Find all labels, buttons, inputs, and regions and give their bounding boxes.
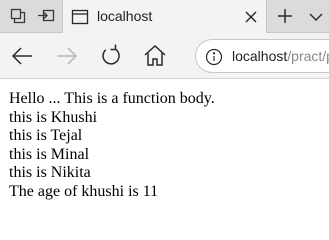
- refresh-icon: [102, 44, 120, 65]
- forward-button[interactable]: [52, 41, 82, 71]
- chevron-down-icon[interactable]: [306, 4, 326, 28]
- home-icon: [144, 44, 166, 66]
- plus-icon: [278, 9, 292, 23]
- tab-strip: localhost: [0, 0, 329, 33]
- tab-localhost[interactable]: localhost: [62, 0, 267, 33]
- new-tab-button[interactable]: [273, 4, 297, 28]
- navigation-toolbar: localhost/pract/p: [0, 33, 329, 79]
- tab-actions-icon[interactable]: [6, 4, 30, 28]
- close-icon[interactable]: [241, 7, 261, 27]
- page-icon: [71, 8, 89, 26]
- output-line: this is Khushi: [9, 108, 98, 126]
- info-icon[interactable]: [205, 48, 223, 66]
- url-text[interactable]: localhost/pract/p: [232, 48, 329, 64]
- page-content: Hello ... This is a function body. this …: [9, 90, 324, 201]
- back-arrow-icon: [11, 47, 32, 65]
- home-button[interactable]: [140, 41, 170, 71]
- refresh-button[interactable]: [96, 41, 126, 71]
- back-button[interactable]: [7, 41, 37, 71]
- address-bar[interactable]: localhost/pract/p: [195, 39, 329, 73]
- output-line: The age of khushi is 11: [9, 182, 159, 200]
- set-aside-tabs-icon[interactable]: [34, 4, 58, 28]
- tab-title: localhost: [97, 8, 153, 24]
- forward-arrow-icon: [57, 47, 78, 65]
- output-line: this is Tejal: [9, 127, 83, 144]
- output-line: this is Nikita: [9, 164, 91, 181]
- output-line: this is Minal: [9, 145, 90, 163]
- output-line: Hello ... This is a function body.: [9, 90, 215, 107]
- url-path: /pract/p: [287, 48, 329, 64]
- url-host: localhost: [232, 48, 288, 64]
